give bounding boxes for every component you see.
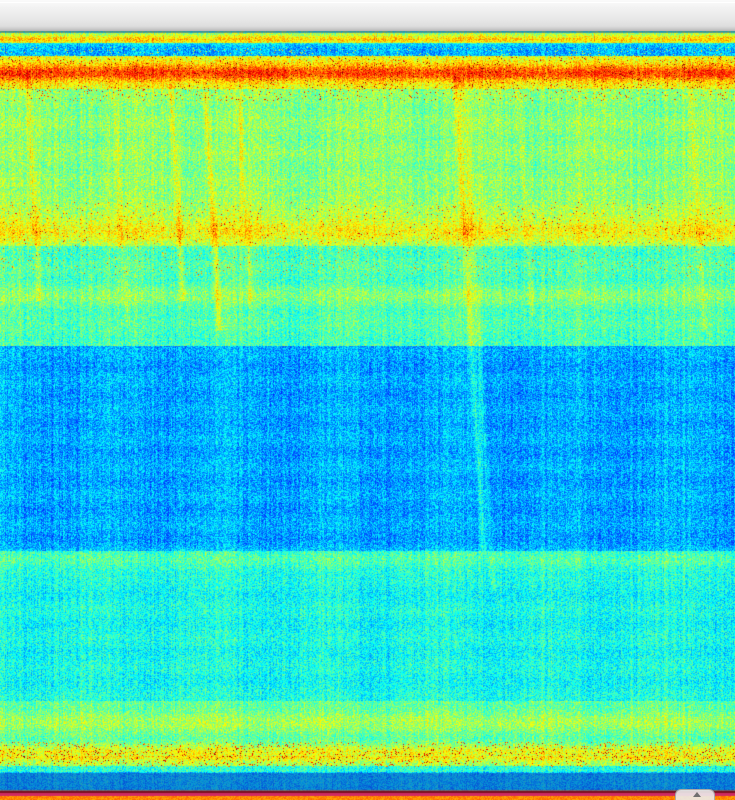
spectrogram-heatmap[interactable]	[0, 31, 735, 800]
scroll-up-arrow-icon[interactable]	[693, 792, 701, 797]
spectrogram-view[interactable]	[0, 31, 735, 800]
spectrogram-window	[0, 0, 735, 800]
scroll-control[interactable]	[675, 789, 715, 800]
window-top-frame	[0, 0, 735, 31]
window-frame-highlight	[0, 2, 735, 3]
